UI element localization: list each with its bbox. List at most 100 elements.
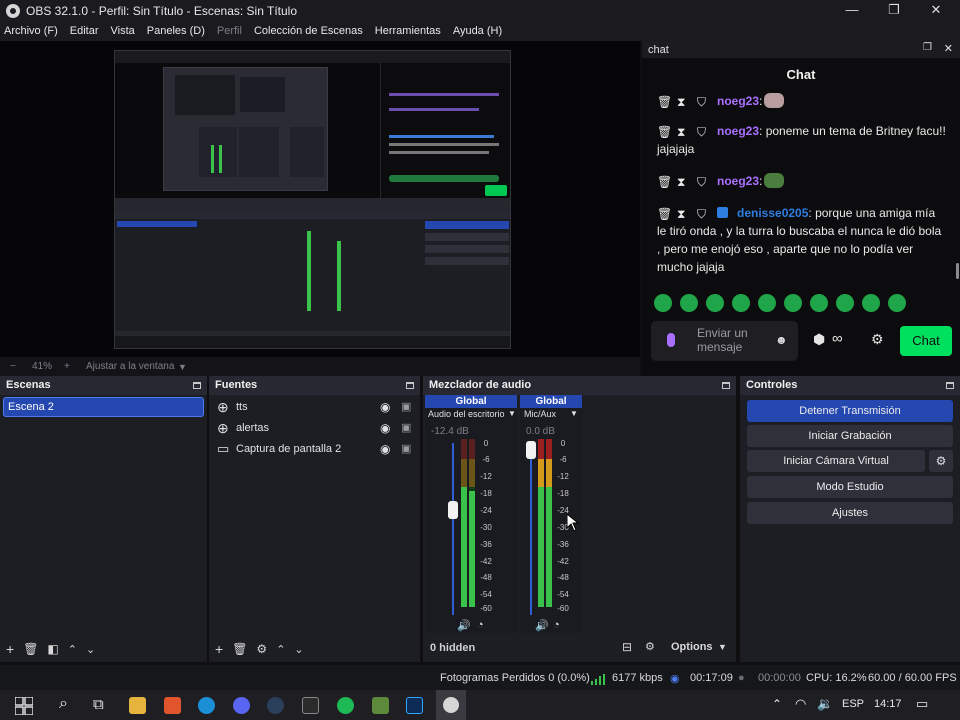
lock-icon[interactable]: ▣ <box>401 400 411 413</box>
emote-icon[interactable] <box>888 294 906 312</box>
settings-gear-icon[interactable]: ⚙ <box>871 331 884 348</box>
chevron-up-icon[interactable]: ⌃ <box>772 697 782 711</box>
gear-icon[interactable]: ⚙ <box>256 642 267 656</box>
popout-icon[interactable] <box>722 382 730 389</box>
notifications-icon[interactable]: ▭ <box>916 696 928 712</box>
chevron-down-icon[interactable]: ▼ <box>718 642 727 652</box>
edge-browser-icon[interactable] <box>198 697 215 714</box>
headphones-icon[interactable]: ◔ <box>477 619 484 631</box>
microphone-icon[interactable] <box>667 333 675 347</box>
chat-username[interactable]: noeg23 <box>717 174 759 188</box>
emote-icon[interactable] <box>784 294 802 312</box>
hidden-count[interactable]: 0 hidden <box>430 642 475 654</box>
gear-icon[interactable]: ⚙ <box>645 640 655 653</box>
emote-icon[interactable] <box>680 294 698 312</box>
menu-help[interactable]: Ayuda (H) <box>453 25 502 37</box>
emote-icon[interactable] <box>836 294 854 312</box>
arrow-down-icon[interactable]: ⌄ <box>294 643 303 656</box>
menu-docks[interactable]: Paneles (D) <box>147 25 205 37</box>
stop-streaming-button[interactable]: Detener Transmisión <box>747 400 953 422</box>
source-item[interactable]: ▭ Captura de pantalla 2 ◉ ▣ <box>209 439 420 460</box>
trash-icon[interactable]: 🗑 <box>657 173 672 189</box>
menu-profile[interactable]: Perfil <box>217 25 242 37</box>
preview-area[interactable] <box>0 41 640 357</box>
photoshop-icon[interactable] <box>406 697 423 714</box>
layout-icon[interactable]: ⊟ <box>622 640 632 654</box>
close-icon[interactable]: ✕ <box>915 0 957 21</box>
volume-track[interactable] <box>452 443 454 615</box>
timeout-icon[interactable]: ⧗ <box>677 205 688 221</box>
emote-icon[interactable] <box>862 294 880 312</box>
start-virtual-camera-button[interactable]: Iniciar Cámara Virtual <box>747 450 925 472</box>
timeout-icon[interactable]: ⧗ <box>677 93 688 109</box>
chat-input[interactable]: Enviar un mensaje ☻ <box>651 321 798 361</box>
emote-icon[interactable] <box>758 294 776 312</box>
channel-name[interactable]: Mic/Aux <box>524 409 556 419</box>
popout-icon[interactable] <box>406 382 414 389</box>
eye-icon[interactable]: ◉ <box>380 442 390 456</box>
volume-icon[interactable]: 🔉 <box>817 696 833 712</box>
chat-scrollbar[interactable] <box>956 263 959 279</box>
chat-username[interactable]: denisse0205 <box>737 206 808 220</box>
spotify-icon[interactable] <box>337 697 354 714</box>
epic-games-icon[interactable] <box>302 697 319 714</box>
trash-icon[interactable]: 🗑 <box>23 642 38 656</box>
timeout-icon[interactable]: ⧗ <box>677 173 688 189</box>
emote-icon[interactable] <box>810 294 828 312</box>
bits-icon[interactable]: ⬢ <box>813 331 825 348</box>
volume-slider-handle[interactable] <box>448 501 458 519</box>
add-icon[interactable]: + <box>215 641 223 657</box>
chevron-down-icon[interactable]: ▼ <box>508 409 516 418</box>
menu-file[interactable]: Archivo (F) <box>4 25 58 37</box>
zoom-out-button[interactable]: − <box>10 361 16 372</box>
discord-icon[interactable] <box>233 697 250 714</box>
chat-username[interactable]: noeg23 <box>717 124 759 138</box>
menu-tools[interactable]: Herramientas <box>375 25 441 37</box>
scene-item[interactable]: Escena 2 <box>3 397 204 417</box>
language-indicator[interactable]: ESP <box>842 698 864 710</box>
emote-icon[interactable] <box>732 294 750 312</box>
chat-send-button[interactable]: Chat <box>900 326 952 356</box>
popout-icon[interactable] <box>193 382 201 389</box>
eye-icon[interactable]: ◉ <box>380 400 390 414</box>
arrow-down-icon[interactable]: ⌄ <box>86 643 95 656</box>
search-icon[interactable]: ⌕ <box>59 695 68 713</box>
headphones-icon[interactable]: ◔ <box>553 619 560 631</box>
timeout-icon[interactable]: ⧗ <box>677 123 688 139</box>
channel-name[interactable]: Audio del escritorio <box>428 409 505 419</box>
lock-icon[interactable]: ▣ <box>401 421 411 434</box>
virtual-camera-settings-icon[interactable]: ⚙ <box>929 450 953 472</box>
close-dock-icon[interactable]: ✕ <box>944 42 953 55</box>
menu-view[interactable]: Vista <box>111 25 135 37</box>
emote-icon[interactable] <box>706 294 724 312</box>
studio-mode-button[interactable]: Modo Estudio <box>747 476 953 498</box>
eye-icon[interactable]: ◉ <box>380 421 390 435</box>
maximize-icon[interactable]: ❐ <box>873 0 915 21</box>
start-recording-button[interactable]: Iniciar Grabación <box>747 425 953 447</box>
source-item[interactable]: ⊕ alertas ◉ ▣ <box>209 418 420 439</box>
file-explorer-icon[interactable] <box>129 697 146 714</box>
source-item[interactable]: ⊕ tts ◉ ▣ <box>209 397 420 418</box>
minimize-icon[interactable]: — <box>831 0 873 21</box>
infinity-icon[interactable]: ∞ <box>832 330 843 347</box>
volume-slider-handle[interactable] <box>526 441 536 459</box>
trash-icon[interactable]: 🗑 <box>232 642 247 656</box>
trash-icon[interactable]: 🗑 <box>657 93 672 109</box>
popout-icon[interactable]: ❐ <box>923 42 932 53</box>
chat-username[interactable]: noeg23 <box>717 94 759 108</box>
minecraft-icon[interactable] <box>372 697 389 714</box>
chevron-down-icon[interactable]: ▼ <box>570 409 578 418</box>
emoji-icon[interactable]: ☻ <box>775 333 788 347</box>
arrow-up-icon[interactable]: ⌃ <box>68 643 77 656</box>
speaker-icon[interactable]: 🔊 <box>535 619 549 632</box>
popout-icon[interactable] <box>946 382 954 389</box>
steam-icon[interactable] <box>267 697 284 714</box>
speaker-icon[interactable]: 🔊 <box>457 619 471 632</box>
add-icon[interactable]: + <box>6 641 14 657</box>
task-view-icon[interactable]: ⧉ <box>93 696 104 713</box>
emote-icon[interactable] <box>654 294 672 312</box>
preview-canvas[interactable] <box>114 50 511 349</box>
zoom-fit-select[interactable]: Ajustar a la ventana <box>86 361 174 372</box>
brave-browser-icon[interactable] <box>164 697 181 714</box>
obs-taskbar-active[interactable] <box>436 690 466 720</box>
